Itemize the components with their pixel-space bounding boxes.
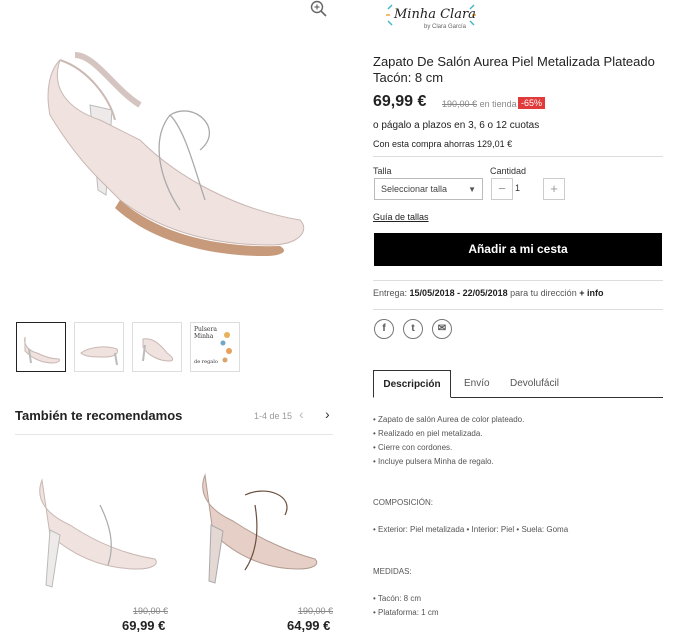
description-bullet: • Zapato de salón Aurea de color platead… bbox=[373, 415, 525, 424]
size-select-value: Seleccionar talla bbox=[381, 184, 448, 194]
recommended-old-price: 190,00 € bbox=[298, 606, 334, 616]
old-price-suffix: en tienda bbox=[479, 99, 517, 109]
divider bbox=[373, 156, 663, 157]
installments-text: o págalo a plazos en 3, 6 o 12 cuotas bbox=[373, 120, 540, 131]
thumbnail-2[interactable] bbox=[74, 322, 124, 372]
delivery-dates: 15/05/2018 - 22/05/2018 bbox=[409, 288, 508, 298]
recommendations-count: 1-4 de 15 bbox=[254, 411, 293, 421]
quantity-label: Cantidad bbox=[490, 166, 527, 176]
thumbnail-shoe-image bbox=[142, 338, 174, 362]
thumbnail-shoe-image bbox=[24, 336, 60, 364]
bracelet-promo-text: Pulsera Minha bbox=[194, 326, 217, 340]
recommended-old-price: 190,00 € bbox=[133, 606, 169, 616]
thumbnail-1[interactable] bbox=[16, 322, 66, 372]
divider bbox=[373, 280, 663, 281]
old-price: 190,00 € en tienda bbox=[442, 99, 517, 109]
product-price: 69,99 € bbox=[373, 93, 427, 110]
zoom-in-icon[interactable] bbox=[310, 0, 328, 18]
measures-title: MEDIDAS: bbox=[373, 567, 412, 576]
recommended-price: 64,99 € bbox=[287, 618, 331, 633]
savings-text: Con esta compra ahorras 129,01 € bbox=[373, 139, 513, 149]
divider bbox=[15, 434, 333, 435]
twitter-icon[interactable]: t bbox=[403, 319, 423, 339]
quantity-increase-button[interactable]: + bbox=[543, 178, 565, 200]
recommended-price: 69,99 € bbox=[122, 618, 166, 633]
discount-badge: -65% bbox=[518, 97, 546, 109]
tab-envio[interactable]: Envío bbox=[464, 370, 490, 398]
logo-subtext: by Clara García bbox=[424, 24, 467, 30]
measures-item: • Tacón: 8 cm bbox=[373, 594, 422, 603]
quantity-value[interactable]: 1 bbox=[515, 183, 520, 193]
facebook-icon[interactable]: f bbox=[374, 319, 394, 339]
delivery-info: Entrega: 15/05/2018 - 22/05/2018 para tu… bbox=[373, 288, 603, 298]
thumbnail-4[interactable]: Pulsera Minha de regalo bbox=[190, 322, 240, 372]
tab-devolufacil[interactable]: Devolufácil bbox=[510, 370, 559, 398]
description-bullet: • Realizado en piel metalizada. bbox=[373, 429, 483, 438]
brand-logo[interactable]: Minha Clara by Clara García bbox=[384, 3, 478, 37]
size-select[interactable]: Seleccionar talla ▼ bbox=[374, 178, 483, 200]
recommended-product-image[interactable] bbox=[185, 455, 335, 595]
composition-title: COMPOSICIÓN: bbox=[373, 498, 434, 507]
delivery-suffix: para tu dirección bbox=[510, 288, 577, 298]
email-icon[interactable]: ✉ bbox=[432, 319, 452, 339]
product-title: Zapato De Salón Aurea Piel Metalizada Pl… bbox=[373, 54, 655, 85]
size-guide-link[interactable]: Guía de tallas bbox=[373, 212, 429, 222]
recommended-product-image[interactable] bbox=[20, 455, 170, 595]
logo-text: Minha Clara bbox=[394, 7, 476, 22]
description-bullet: • Incluye pulsera Minha de regalo. bbox=[373, 457, 494, 466]
divider bbox=[373, 309, 663, 310]
delivery-label: Entrega: bbox=[373, 288, 408, 298]
thumbnail-shoe-image bbox=[80, 346, 118, 366]
delivery-more-info-link[interactable]: + info bbox=[579, 288, 603, 298]
add-to-cart-button[interactable]: Añadir a mi cesta bbox=[374, 233, 662, 266]
size-label: Talla bbox=[373, 166, 392, 176]
thumbnail-3[interactable] bbox=[132, 322, 182, 372]
tab-descripcion[interactable]: Descripción bbox=[373, 370, 451, 398]
description-bullet: • Cierre con cordones. bbox=[373, 443, 453, 452]
measures-item: • Plataforma: 1 cm bbox=[373, 608, 439, 617]
bracelet-image bbox=[220, 332, 232, 363]
composition-text: • Exterior: Piel metalizada • Interior: … bbox=[373, 525, 569, 534]
recommendations-title: También te recomendamos bbox=[15, 408, 183, 423]
chevron-down-icon: ▼ bbox=[468, 185, 476, 194]
old-price-value: 190,00 € bbox=[442, 99, 478, 109]
chevron-left-icon[interactable]: ‹ bbox=[299, 406, 304, 422]
product-main-image bbox=[47, 52, 305, 256]
chevron-right-icon[interactable]: › bbox=[325, 406, 330, 422]
quantity-decrease-button[interactable]: − bbox=[491, 178, 513, 200]
bracelet-promo-text-2: de regalo bbox=[194, 359, 218, 365]
